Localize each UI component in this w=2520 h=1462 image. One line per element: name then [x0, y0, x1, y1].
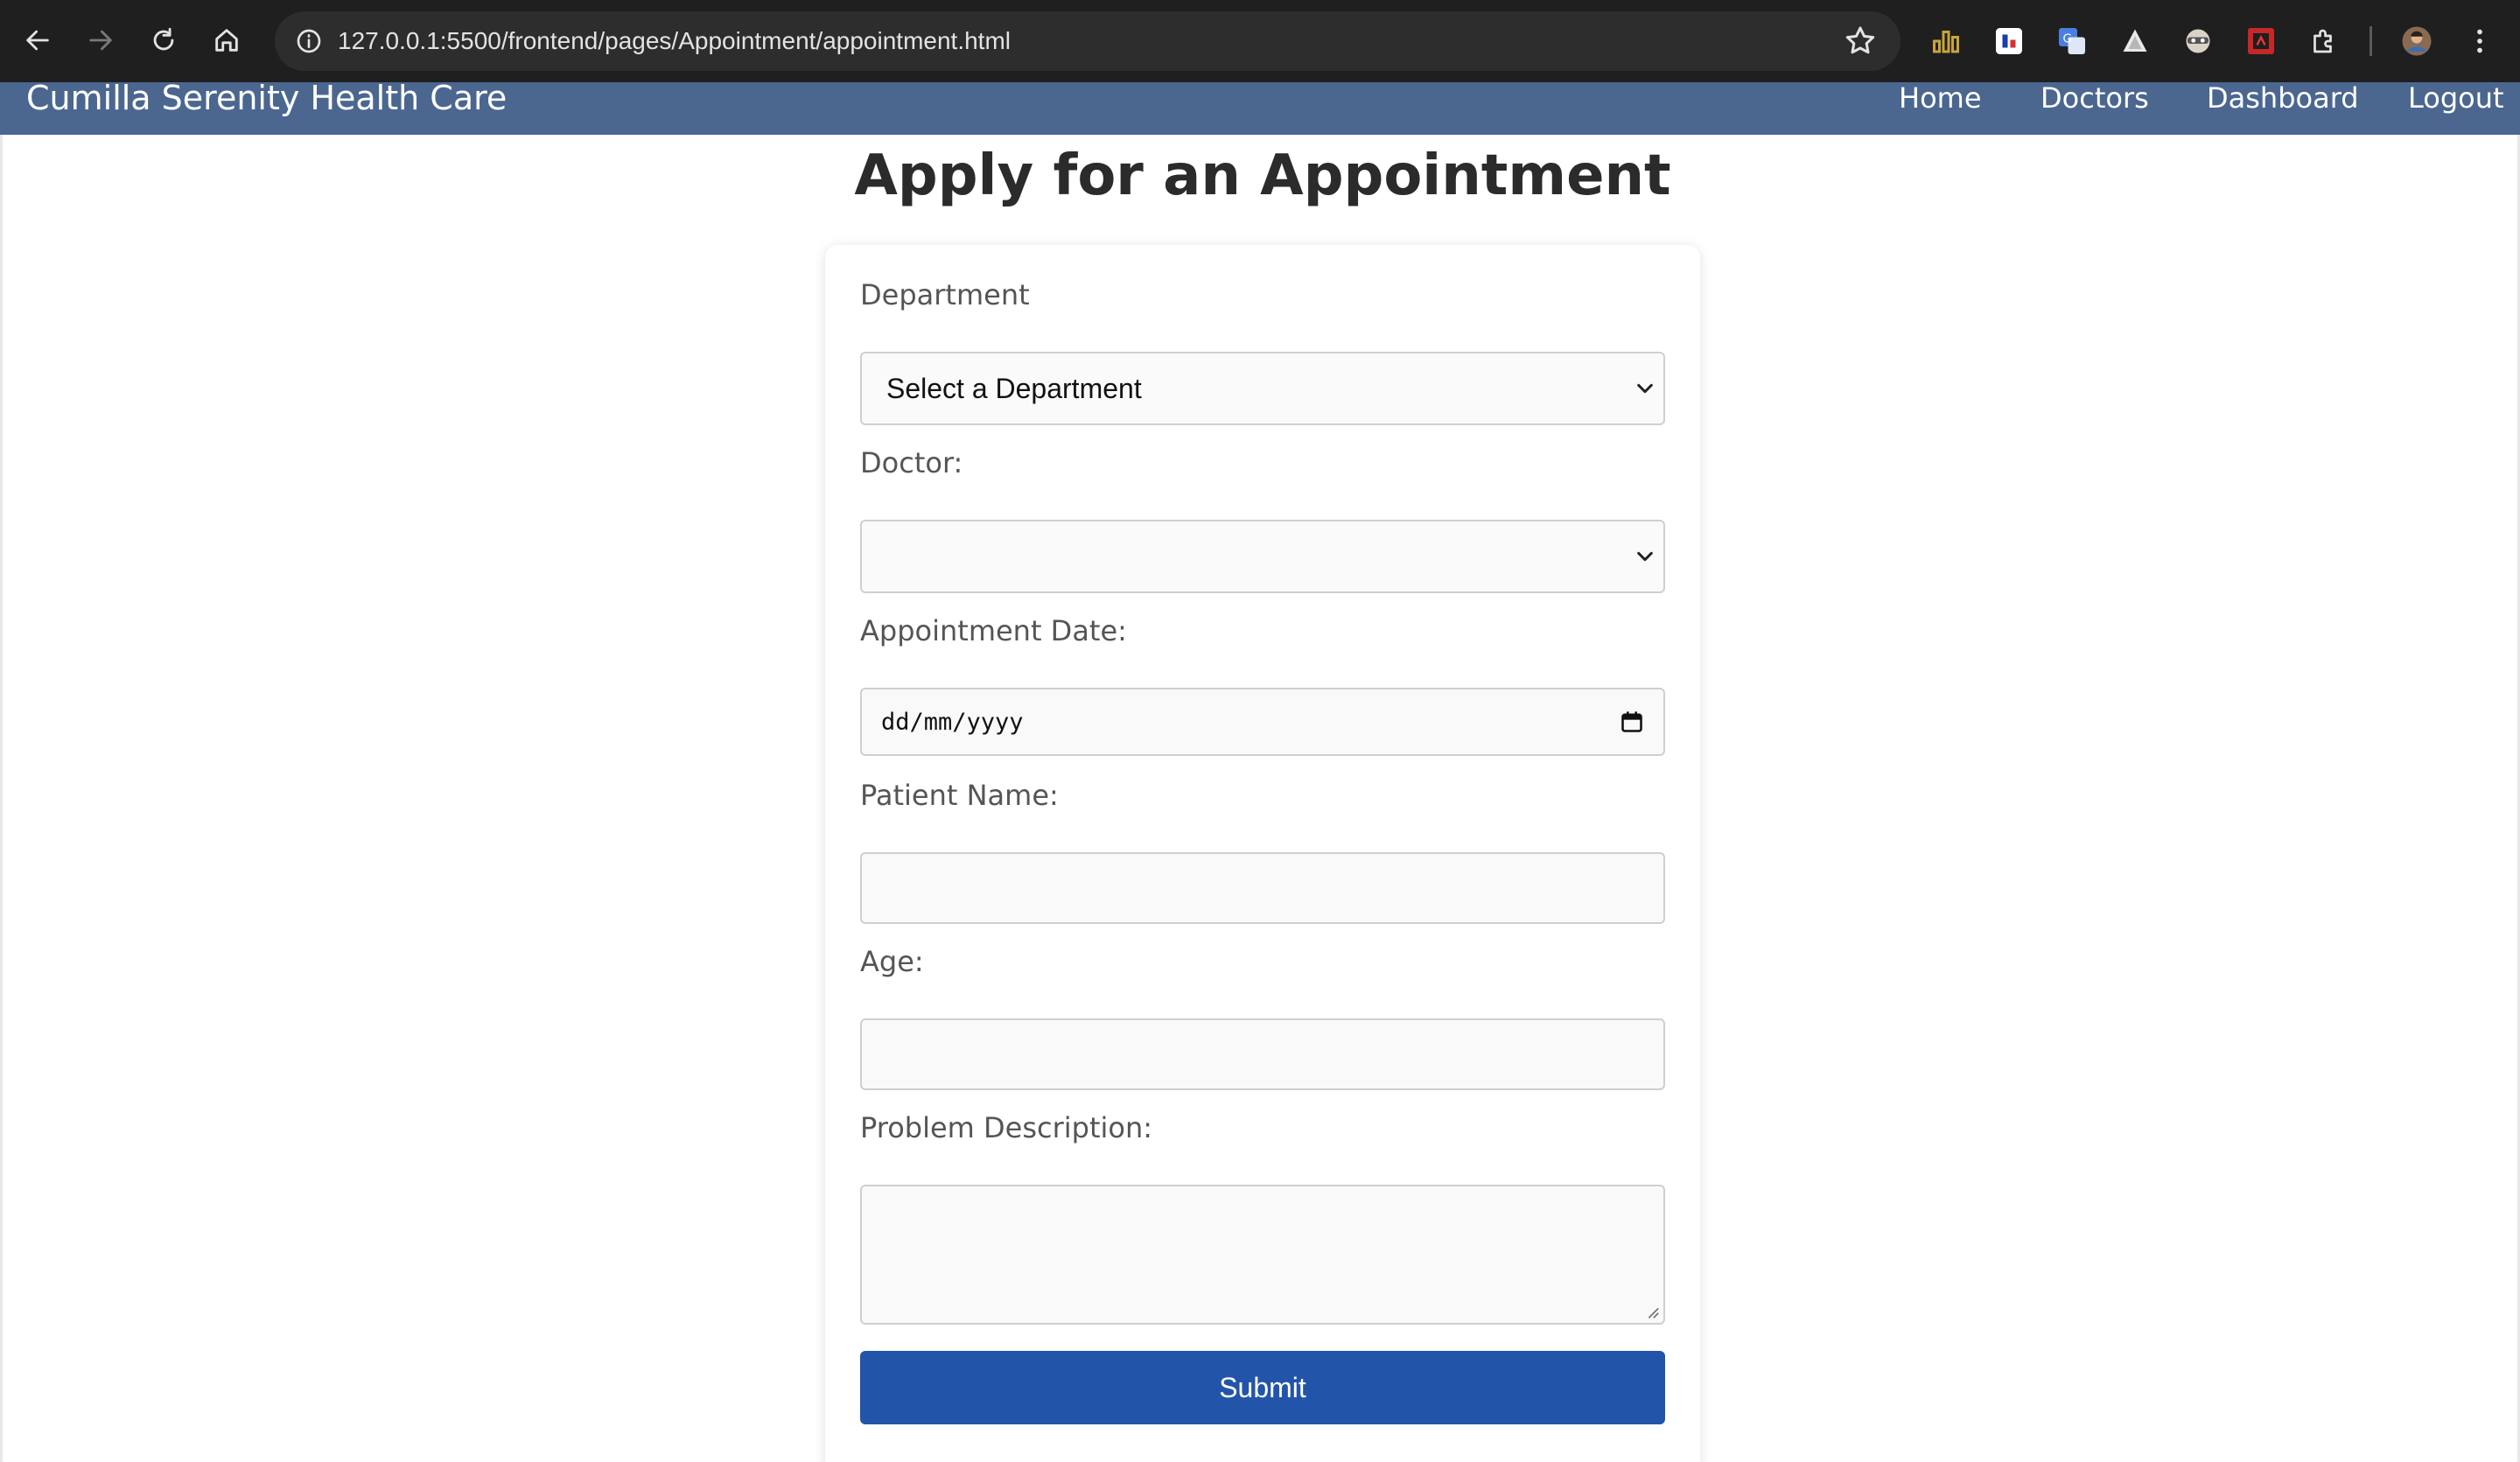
extensions-puzzle-icon[interactable]: [2305, 22, 2343, 60]
appointment-date-input[interactable]: dd/mm/yyyy: [860, 688, 1665, 756]
home-icon[interactable]: [201, 15, 252, 66]
svg-text:G: G: [2063, 32, 2072, 46]
nav-link-home[interactable]: Home: [1899, 82, 1982, 124]
back-icon[interactable]: [12, 15, 63, 66]
patient-name-label: Patient Name:: [860, 779, 1059, 812]
extension-mask-icon[interactable]: [2179, 22, 2217, 60]
profile-avatar[interactable]: [2398, 22, 2436, 60]
extension-flag-icon[interactable]: [1990, 22, 2028, 60]
calendar-icon[interactable]: [1620, 710, 1644, 734]
doctor-label: Doctor:: [860, 446, 963, 479]
problem-description-label: Problem Description:: [860, 1111, 1153, 1144]
url-text[interactable]: 127.0.0.1:5500/frontend/pages/Appointmen…: [338, 11, 1011, 71]
bookmark-star-icon[interactable]: [1843, 24, 1878, 59]
chevron-down-icon: [1637, 551, 1653, 562]
nav-link-dashboard[interactable]: Dashboard: [2207, 82, 2359, 124]
department-label: Department: [860, 278, 1030, 311]
extension-translate-icon[interactable]: G: [2053, 22, 2091, 60]
appointment-form: Department Select a Department Doctor: A…: [825, 245, 1700, 1462]
reload-icon[interactable]: [138, 15, 189, 66]
site-info-icon[interactable]: [287, 19, 331, 63]
patient-name-input[interactable]: [860, 852, 1665, 924]
resize-handle-icon[interactable]: [1644, 1304, 1660, 1319]
nav-link-logout[interactable]: Logout: [2408, 82, 2504, 124]
address-bar[interactable]: 127.0.0.1:5500/frontend/pages/Appointmen…: [275, 11, 1900, 71]
submit-button[interactable]: Submit: [860, 1351, 1665, 1424]
department-selected-value: Select a Department: [886, 372, 1142, 404]
date-placeholder: dd/mm/yyyy: [881, 708, 1024, 736]
department-select[interactable]: Select a Department: [860, 352, 1665, 425]
browser-toolbar: 127.0.0.1:5500/frontend/pages/Appointmen…: [0, 0, 2520, 82]
site-brand[interactable]: Cumilla Serenity Health Care: [26, 82, 507, 124]
chevron-down-icon: [1637, 383, 1653, 394]
site-navbar: Cumilla Serenity Health Care Home Doctor…: [0, 82, 2520, 135]
chrome-menu-icon[interactable]: [2460, 22, 2499, 60]
problem-description-textarea[interactable]: [860, 1185, 1665, 1325]
page-body: Apply for an Appointment Department Sele…: [0, 135, 2520, 1462]
toolbar-divider: [2370, 26, 2372, 56]
doctor-select[interactable]: [860, 520, 1665, 593]
appointment-date-label: Appointment Date:: [860, 614, 1127, 647]
age-input[interactable]: [860, 1018, 1665, 1090]
nav-link-doctors[interactable]: Doctors: [2040, 82, 2149, 124]
extension-chart-icon[interactable]: [1927, 22, 1965, 60]
extension-triangle-icon[interactable]: [2116, 22, 2154, 60]
forward-icon[interactable]: [75, 15, 126, 66]
extension-red-icon[interactable]: [2242, 22, 2280, 60]
page-title: Apply for an Appointment: [854, 143, 1671, 208]
age-label: Age:: [860, 945, 924, 978]
